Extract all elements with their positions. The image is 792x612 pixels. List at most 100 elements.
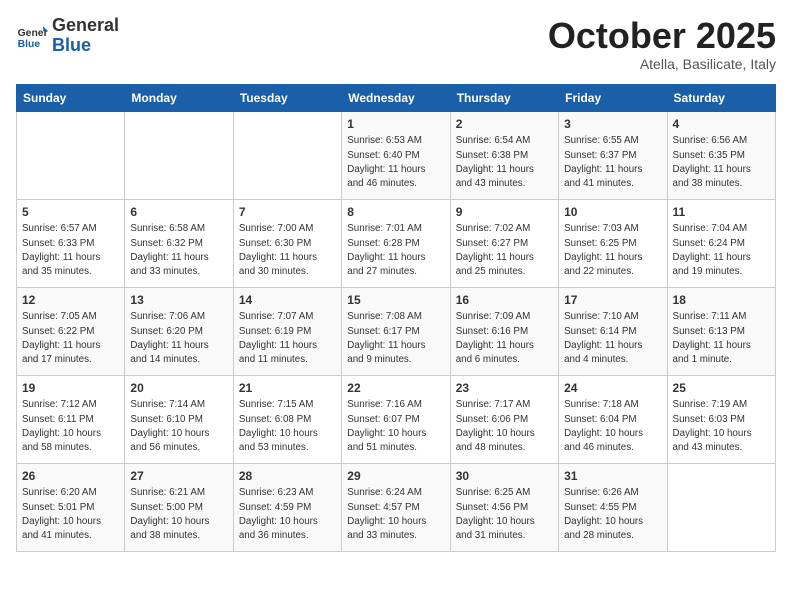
day-number: 19 bbox=[22, 380, 119, 397]
day-info: Sunrise: 6:20 AM Sunset: 5:01 PM Dayligh… bbox=[22, 486, 119, 543]
day-info: Sunrise: 6:26 AM Sunset: 4:55 PM Dayligh… bbox=[564, 486, 661, 543]
calendar-cell: 7Sunrise: 7:00 AM Sunset: 6:30 PM Daylig… bbox=[233, 199, 341, 287]
day-info: Sunrise: 7:18 AM Sunset: 6:04 PM Dayligh… bbox=[564, 398, 661, 455]
calendar-cell: 6Sunrise: 6:58 AM Sunset: 6:32 PM Daylig… bbox=[125, 199, 233, 287]
day-number: 26 bbox=[22, 468, 119, 485]
day-info: Sunrise: 7:15 AM Sunset: 6:08 PM Dayligh… bbox=[239, 398, 336, 455]
calendar-cell: 28Sunrise: 6:23 AM Sunset: 4:59 PM Dayli… bbox=[233, 463, 341, 551]
day-number: 22 bbox=[347, 380, 444, 397]
calendar-cell: 29Sunrise: 6:24 AM Sunset: 4:57 PM Dayli… bbox=[342, 463, 450, 551]
header-row: SundayMondayTuesdayWednesdayThursdayFrid… bbox=[17, 84, 776, 111]
day-number: 8 bbox=[347, 204, 444, 221]
day-info: Sunrise: 6:58 AM Sunset: 6:32 PM Dayligh… bbox=[130, 222, 227, 279]
day-number: 9 bbox=[456, 204, 553, 221]
calendar-subtitle: Atella, Basilicate, Italy bbox=[548, 56, 776, 72]
day-number: 30 bbox=[456, 468, 553, 485]
day-header-wednesday: Wednesday bbox=[342, 84, 450, 111]
calendar-cell: 16Sunrise: 7:09 AM Sunset: 6:16 PM Dayli… bbox=[450, 287, 558, 375]
calendar-cell: 30Sunrise: 6:25 AM Sunset: 4:56 PM Dayli… bbox=[450, 463, 558, 551]
day-info: Sunrise: 7:09 AM Sunset: 6:16 PM Dayligh… bbox=[456, 310, 553, 367]
day-number: 13 bbox=[130, 292, 227, 309]
week-row-3: 12Sunrise: 7:05 AM Sunset: 6:22 PM Dayli… bbox=[17, 287, 776, 375]
calendar-cell: 9Sunrise: 7:02 AM Sunset: 6:27 PM Daylig… bbox=[450, 199, 558, 287]
day-number: 3 bbox=[564, 116, 661, 133]
week-row-2: 5Sunrise: 6:57 AM Sunset: 6:33 PM Daylig… bbox=[17, 199, 776, 287]
day-info: Sunrise: 7:03 AM Sunset: 6:25 PM Dayligh… bbox=[564, 222, 661, 279]
day-number: 31 bbox=[564, 468, 661, 485]
calendar-cell: 5Sunrise: 6:57 AM Sunset: 6:33 PM Daylig… bbox=[17, 199, 125, 287]
calendar-cell: 22Sunrise: 7:16 AM Sunset: 6:07 PM Dayli… bbox=[342, 375, 450, 463]
calendar-cell bbox=[125, 111, 233, 199]
day-info: Sunrise: 6:24 AM Sunset: 4:57 PM Dayligh… bbox=[347, 486, 444, 543]
calendar-cell: 27Sunrise: 6:21 AM Sunset: 5:00 PM Dayli… bbox=[125, 463, 233, 551]
week-row-4: 19Sunrise: 7:12 AM Sunset: 6:11 PM Dayli… bbox=[17, 375, 776, 463]
day-header-friday: Friday bbox=[559, 84, 667, 111]
calendar-cell: 21Sunrise: 7:15 AM Sunset: 6:08 PM Dayli… bbox=[233, 375, 341, 463]
day-number: 2 bbox=[456, 116, 553, 133]
day-info: Sunrise: 7:04 AM Sunset: 6:24 PM Dayligh… bbox=[673, 222, 770, 279]
calendar-cell: 24Sunrise: 7:18 AM Sunset: 6:04 PM Dayli… bbox=[559, 375, 667, 463]
day-info: Sunrise: 7:00 AM Sunset: 6:30 PM Dayligh… bbox=[239, 222, 336, 279]
day-number: 25 bbox=[673, 380, 770, 397]
calendar-cell bbox=[233, 111, 341, 199]
day-info: Sunrise: 7:17 AM Sunset: 6:06 PM Dayligh… bbox=[456, 398, 553, 455]
day-number: 29 bbox=[347, 468, 444, 485]
calendar-cell: 4Sunrise: 6:56 AM Sunset: 6:35 PM Daylig… bbox=[667, 111, 775, 199]
calendar-cell: 25Sunrise: 7:19 AM Sunset: 6:03 PM Dayli… bbox=[667, 375, 775, 463]
day-header-sunday: Sunday bbox=[17, 84, 125, 111]
day-number: 10 bbox=[564, 204, 661, 221]
calendar-table: SundayMondayTuesdayWednesdayThursdayFrid… bbox=[16, 84, 776, 552]
day-number: 28 bbox=[239, 468, 336, 485]
day-number: 18 bbox=[673, 292, 770, 309]
logo: General Blue General Blue bbox=[16, 16, 119, 56]
calendar-cell: 11Sunrise: 7:04 AM Sunset: 6:24 PM Dayli… bbox=[667, 199, 775, 287]
calendar-cell: 31Sunrise: 6:26 AM Sunset: 4:55 PM Dayli… bbox=[559, 463, 667, 551]
day-number: 15 bbox=[347, 292, 444, 309]
day-info: Sunrise: 6:25 AM Sunset: 4:56 PM Dayligh… bbox=[456, 486, 553, 543]
calendar-cell: 26Sunrise: 6:20 AM Sunset: 5:01 PM Dayli… bbox=[17, 463, 125, 551]
day-number: 27 bbox=[130, 468, 227, 485]
day-header-tuesday: Tuesday bbox=[233, 84, 341, 111]
header: General Blue General Blue October 2025 A… bbox=[16, 16, 776, 72]
calendar-cell: 19Sunrise: 7:12 AM Sunset: 6:11 PM Dayli… bbox=[17, 375, 125, 463]
day-info: Sunrise: 7:07 AM Sunset: 6:19 PM Dayligh… bbox=[239, 310, 336, 367]
title-block: October 2025 Atella, Basilicate, Italy bbox=[548, 16, 776, 72]
day-info: Sunrise: 7:14 AM Sunset: 6:10 PM Dayligh… bbox=[130, 398, 227, 455]
day-info: Sunrise: 6:55 AM Sunset: 6:37 PM Dayligh… bbox=[564, 134, 661, 191]
day-info: Sunrise: 7:19 AM Sunset: 6:03 PM Dayligh… bbox=[673, 398, 770, 455]
day-number: 14 bbox=[239, 292, 336, 309]
day-number: 6 bbox=[130, 204, 227, 221]
calendar-cell: 14Sunrise: 7:07 AM Sunset: 6:19 PM Dayli… bbox=[233, 287, 341, 375]
calendar-cell: 13Sunrise: 7:06 AM Sunset: 6:20 PM Dayli… bbox=[125, 287, 233, 375]
svg-text:Blue: Blue bbox=[18, 39, 41, 50]
logo-text: General Blue bbox=[52, 16, 119, 56]
day-info: Sunrise: 7:10 AM Sunset: 6:14 PM Dayligh… bbox=[564, 310, 661, 367]
calendar-cell: 17Sunrise: 7:10 AM Sunset: 6:14 PM Dayli… bbox=[559, 287, 667, 375]
day-number: 1 bbox=[347, 116, 444, 133]
calendar-cell: 23Sunrise: 7:17 AM Sunset: 6:06 PM Dayli… bbox=[450, 375, 558, 463]
day-info: Sunrise: 6:53 AM Sunset: 6:40 PM Dayligh… bbox=[347, 134, 444, 191]
day-number: 12 bbox=[22, 292, 119, 309]
day-number: 20 bbox=[130, 380, 227, 397]
day-info: Sunrise: 7:08 AM Sunset: 6:17 PM Dayligh… bbox=[347, 310, 444, 367]
day-info: Sunrise: 6:23 AM Sunset: 4:59 PM Dayligh… bbox=[239, 486, 336, 543]
calendar-cell: 2Sunrise: 6:54 AM Sunset: 6:38 PM Daylig… bbox=[450, 111, 558, 199]
calendar-cell: 20Sunrise: 7:14 AM Sunset: 6:10 PM Dayli… bbox=[125, 375, 233, 463]
day-number: 4 bbox=[673, 116, 770, 133]
calendar-cell: 1Sunrise: 6:53 AM Sunset: 6:40 PM Daylig… bbox=[342, 111, 450, 199]
calendar-cell bbox=[17, 111, 125, 199]
day-number: 11 bbox=[673, 204, 770, 221]
day-number: 17 bbox=[564, 292, 661, 309]
day-number: 21 bbox=[239, 380, 336, 397]
day-header-saturday: Saturday bbox=[667, 84, 775, 111]
logo-blue: Blue bbox=[52, 35, 91, 55]
day-info: Sunrise: 6:21 AM Sunset: 5:00 PM Dayligh… bbox=[130, 486, 227, 543]
calendar-cell: 15Sunrise: 7:08 AM Sunset: 6:17 PM Dayli… bbox=[342, 287, 450, 375]
day-number: 24 bbox=[564, 380, 661, 397]
day-info: Sunrise: 6:56 AM Sunset: 6:35 PM Dayligh… bbox=[673, 134, 770, 191]
logo-general: General bbox=[52, 15, 119, 35]
day-number: 7 bbox=[239, 204, 336, 221]
day-info: Sunrise: 7:16 AM Sunset: 6:07 PM Dayligh… bbox=[347, 398, 444, 455]
day-info: Sunrise: 7:06 AM Sunset: 6:20 PM Dayligh… bbox=[130, 310, 227, 367]
calendar-cell: 8Sunrise: 7:01 AM Sunset: 6:28 PM Daylig… bbox=[342, 199, 450, 287]
